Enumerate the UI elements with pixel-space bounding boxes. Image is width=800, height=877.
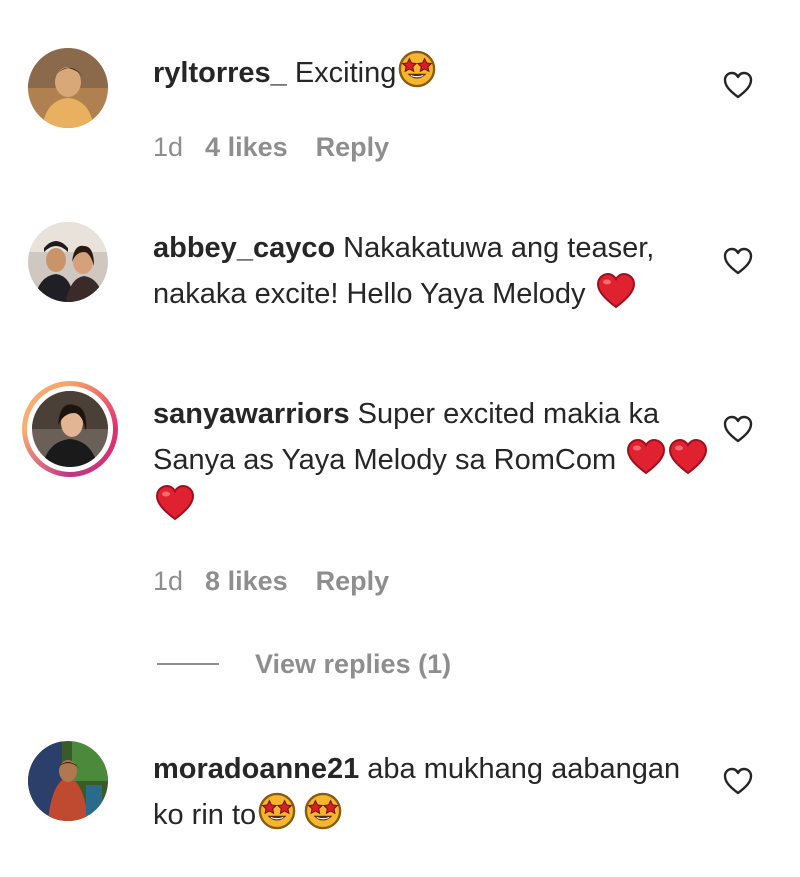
reply-button[interactable]: Reply — [316, 566, 390, 596]
heart-outline-icon[interactable] — [722, 414, 754, 444]
view-replies-divider — [157, 663, 219, 665]
star-struck-emoji — [304, 792, 342, 830]
view-replies-label: View replies (1) — [255, 648, 452, 679]
comment-username[interactable]: moradoanne21 — [153, 753, 359, 785]
comment-text: abbey_cayco Nakakatuwa ang teaser, nakaka… — [153, 225, 713, 317]
red-heart-emoji — [155, 485, 195, 521]
avatar[interactable] — [28, 222, 108, 302]
comment-body: Exciting — [294, 57, 397, 89]
reply-button[interactable]: Reply — [316, 132, 390, 162]
comment-meta: 1d 8 likes Reply — [153, 566, 417, 597]
avatar[interactable] — [28, 741, 108, 821]
star-struck-emoji — [258, 792, 296, 830]
comment-username[interactable]: sanyawarriors — [153, 398, 350, 430]
comment-username[interactable]: ryltorres_ — [153, 57, 287, 89]
comment-text: ryltorres_ Exciting — [153, 50, 713, 96]
comment-timestamp[interactable]: 1d — [153, 566, 183, 596]
avatar[interactable] — [22, 381, 118, 477]
red-heart-emoji — [668, 439, 708, 475]
comment-likes[interactable]: 4 likes — [205, 132, 288, 162]
comment-text: moradoanne21 aba mukhang aabangan ko rin … — [153, 746, 713, 838]
comment-timestamp[interactable]: 1d — [153, 132, 183, 162]
heart-outline-icon[interactable] — [722, 766, 754, 796]
red-heart-emoji — [596, 273, 636, 309]
avatar-image — [32, 391, 108, 467]
red-heart-emoji — [626, 439, 666, 475]
avatar[interactable] — [28, 48, 108, 128]
comment-text: sanyawarriors Super excited makia ka Sany… — [153, 391, 713, 529]
star-struck-emoji — [398, 50, 436, 88]
comment-meta: 1d 4 likes Reply — [153, 132, 417, 163]
comment-likes[interactable]: 8 likes — [205, 566, 288, 596]
heart-outline-icon[interactable] — [722, 246, 754, 276]
view-replies-button[interactable]: View replies (1) — [157, 644, 451, 684]
heart-outline-icon[interactable] — [722, 70, 754, 100]
comment-username[interactable]: abbey_cayco — [153, 232, 335, 264]
